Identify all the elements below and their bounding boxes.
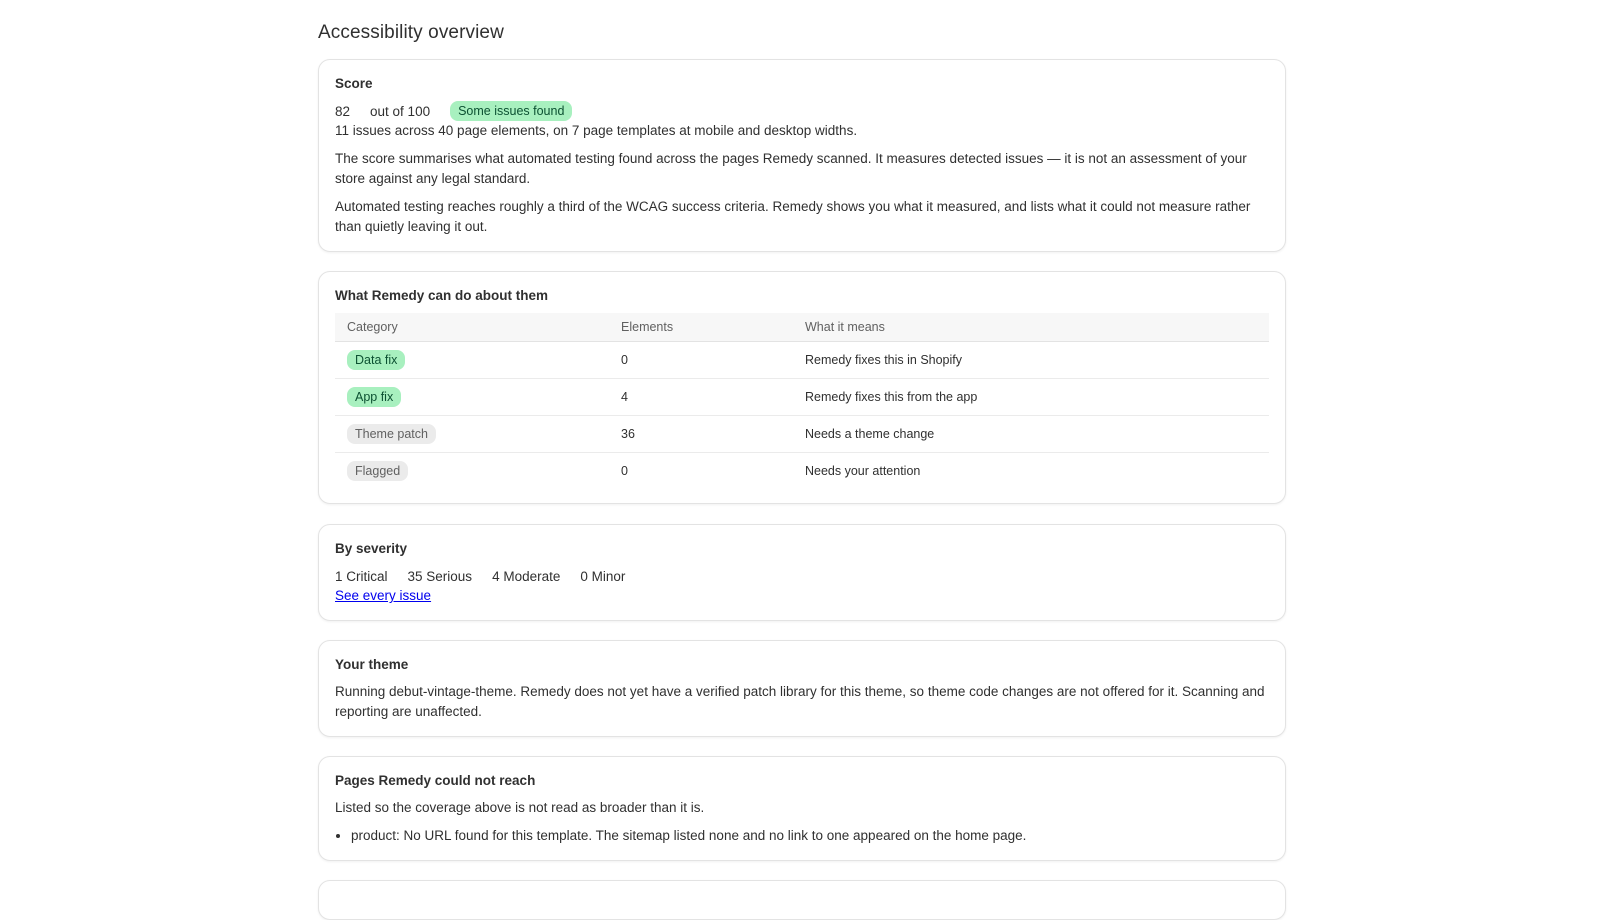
category-cell: App fix <box>335 378 609 416</box>
meaning-cell: Remedy fixes this in Shopify <box>793 341 1269 379</box>
category-cell: Flagged <box>335 453 609 490</box>
column-header-category: Category <box>335 313 609 342</box>
next-card <box>318 880 1286 920</box>
meaning-cell: Needs a theme change <box>793 415 1269 453</box>
category-badge: App fix <box>347 387 402 407</box>
category-badge: Data fix <box>347 350 406 370</box>
category-badge: Theme patch <box>347 424 436 444</box>
table-row: App fix 4 Remedy fixes this from the app <box>335 378 1269 416</box>
score-summary: 11 issues across 40 page elements, on 7 … <box>335 123 858 138</box>
table-row: Data fix 0 Remedy fixes this in Shopify <box>335 341 1269 379</box>
elements-cell: 0 <box>621 464 628 478</box>
remedy-card-title: What Remedy can do about them <box>335 288 549 303</box>
see-every-issue-link[interactable]: See every issue <box>335 588 431 603</box>
unreached-intro: Listed so the coverage above is not read… <box>335 800 705 815</box>
meaning-cell: Needs your attention <box>805 464 921 478</box>
elements-cell: 4 <box>609 378 793 416</box>
table-row: Flagged 0 Needs your attention <box>335 453 1269 490</box>
severity-critical: 1 Critical <box>335 568 388 584</box>
page-title: Accessibility overview <box>318 22 504 43</box>
score-card-title: Score <box>335 76 373 91</box>
category-cell: Theme patch <box>335 415 609 453</box>
score-value: 82 <box>335 103 351 119</box>
theme-card: Your theme Running debut-vintage-theme. … <box>318 640 1286 737</box>
severity-minor: 0 Minor <box>580 568 626 584</box>
theme-description: Running debut-vintage-theme. Remedy does… <box>335 684 1265 719</box>
meaning-cell: Remedy fixes this from the app <box>793 378 1269 416</box>
score-explanation: The score summarises what automated test… <box>335 151 1247 186</box>
category-cell: Data fix <box>335 341 609 379</box>
elements-cell: 0 <box>609 341 793 379</box>
elements-cell: 36 <box>609 415 793 453</box>
unreached-pages-card: Pages Remedy could not reach Listed so t… <box>318 756 1286 861</box>
score-coverage-note: Automated testing reaches roughly a thir… <box>335 199 1251 234</box>
severity-counts: 1 Critical 35 Serious 4 Moderate 0 Minor <box>335 566 1269 586</box>
severity-serious: 35 Serious <box>407 568 473 584</box>
severity-card-title: By severity <box>335 541 408 556</box>
score-out-of: out of 100 <box>370 103 431 119</box>
unreached-card-title: Pages Remedy could not reach <box>335 773 536 788</box>
score-status-badge: Some issues found <box>450 101 573 121</box>
remedy-card: What Remedy can do about them Category E… <box>318 271 1286 504</box>
table-header-row: Category Elements What it means <box>335 313 1269 342</box>
score-line: 82 out of 100 Some issues found <box>335 101 1269 121</box>
table-row: Theme patch 36 Needs a theme change <box>335 415 1269 453</box>
remedy-table: Category Elements What it means Data fix… <box>335 313 1269 489</box>
unreached-list: product: No URL found for this template.… <box>335 826 1269 846</box>
theme-card-title: Your theme <box>335 657 409 672</box>
severity-moderate: 4 Moderate <box>492 568 561 584</box>
category-badge: Flagged <box>347 461 409 481</box>
list-item: product: No URL found for this template.… <box>351 826 1269 846</box>
severity-card: By severity 1 Critical 35 Serious 4 Mode… <box>318 524 1286 621</box>
score-card: Score 82 out of 100 Some issues found 11… <box>318 59 1286 252</box>
column-header-elements: Elements <box>609 313 793 342</box>
column-header-meaning: What it means <box>793 313 1269 342</box>
